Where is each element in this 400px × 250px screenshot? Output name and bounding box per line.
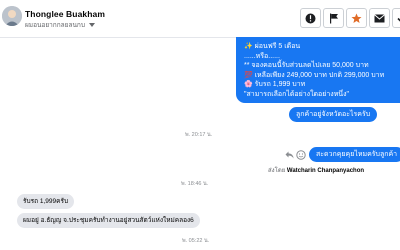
message-line: 💯 เหลือเพียง 249,000 บาท ปกติ 299,000 บา… bbox=[244, 71, 385, 79]
info-icon bbox=[305, 13, 316, 23]
message-line: ** จองคอนนี้รับส่วนลดไปเลย 50,000 บาท bbox=[244, 62, 369, 69]
smiley-icon[interactable] bbox=[296, 150, 306, 160]
conversation-header: Thonglee Buakham ผมอนอยากกลยลนกบ bbox=[0, 0, 400, 38]
message-timestamp: พ. 05:22 น. bbox=[182, 238, 210, 244]
message-line: ......หรือ...... bbox=[244, 52, 280, 60]
outgoing-message[interactable]: ลูกค้าอยู่จังหวัดอะไรครับ bbox=[289, 107, 378, 122]
message-timestamp: พ. 18:46 น. bbox=[181, 181, 209, 187]
message-line: ✨ ผ่อนฟรี 5 เดือน bbox=[244, 43, 301, 50]
flag-button[interactable] bbox=[323, 8, 344, 28]
star-button[interactable] bbox=[346, 8, 367, 28]
contact-status[interactable]: ผมอนอยากกลยลนกบ bbox=[25, 20, 95, 30]
message-timestamp: พ. 20:17 น. bbox=[185, 132, 213, 138]
message-line: "สามารถเลือกได้อย่างใดอย่างหนึ่ง" bbox=[244, 90, 349, 98]
contact-name[interactable]: Thonglee Buakham bbox=[25, 9, 105, 19]
incoming-message[interactable]: รับรถ 1,999ครับ bbox=[17, 194, 75, 209]
sent-by-label: ส่งโดย Watcharin Chanpanyachon bbox=[268, 165, 364, 175]
done-button[interactable] bbox=[392, 8, 400, 28]
info-button[interactable] bbox=[300, 8, 321, 28]
outgoing-message[interactable]: สะดวกคุยคุยไหมครับลูกค้า bbox=[309, 147, 400, 162]
reply-icon[interactable] bbox=[285, 151, 294, 159]
contact-status-label: ผมอนอยากกลยลนกบ bbox=[25, 22, 85, 29]
star-icon bbox=[351, 13, 362, 23]
sent-by-prefix: ส่งโดย bbox=[268, 168, 286, 174]
outgoing-message-promo[interactable]: ✨ ผ่อนฟรี 5 เดือน ......หรือ...... ** จอ… bbox=[236, 37, 400, 103]
messenger-window: Thonglee Buakham ผมอนอยากกลยลนกบ ✨ ผ่อนฟ… bbox=[0, 0, 400, 250]
envelope-icon bbox=[374, 13, 385, 22]
chevron-down-icon[interactable] bbox=[88, 23, 95, 27]
message-line: 🌸 รับรถ 1,999 บาท bbox=[244, 81, 306, 88]
flag-icon bbox=[329, 13, 338, 23]
mail-button[interactable] bbox=[369, 8, 390, 28]
avatar[interactable] bbox=[2, 6, 22, 26]
incoming-message[interactable]: ผมอยู่ อ.ธัญญ จ.ประชุมครับทำงานอยู่สวนสั… bbox=[17, 213, 200, 228]
sender-name[interactable]: Watcharin Chanpanyachon bbox=[287, 168, 364, 174]
